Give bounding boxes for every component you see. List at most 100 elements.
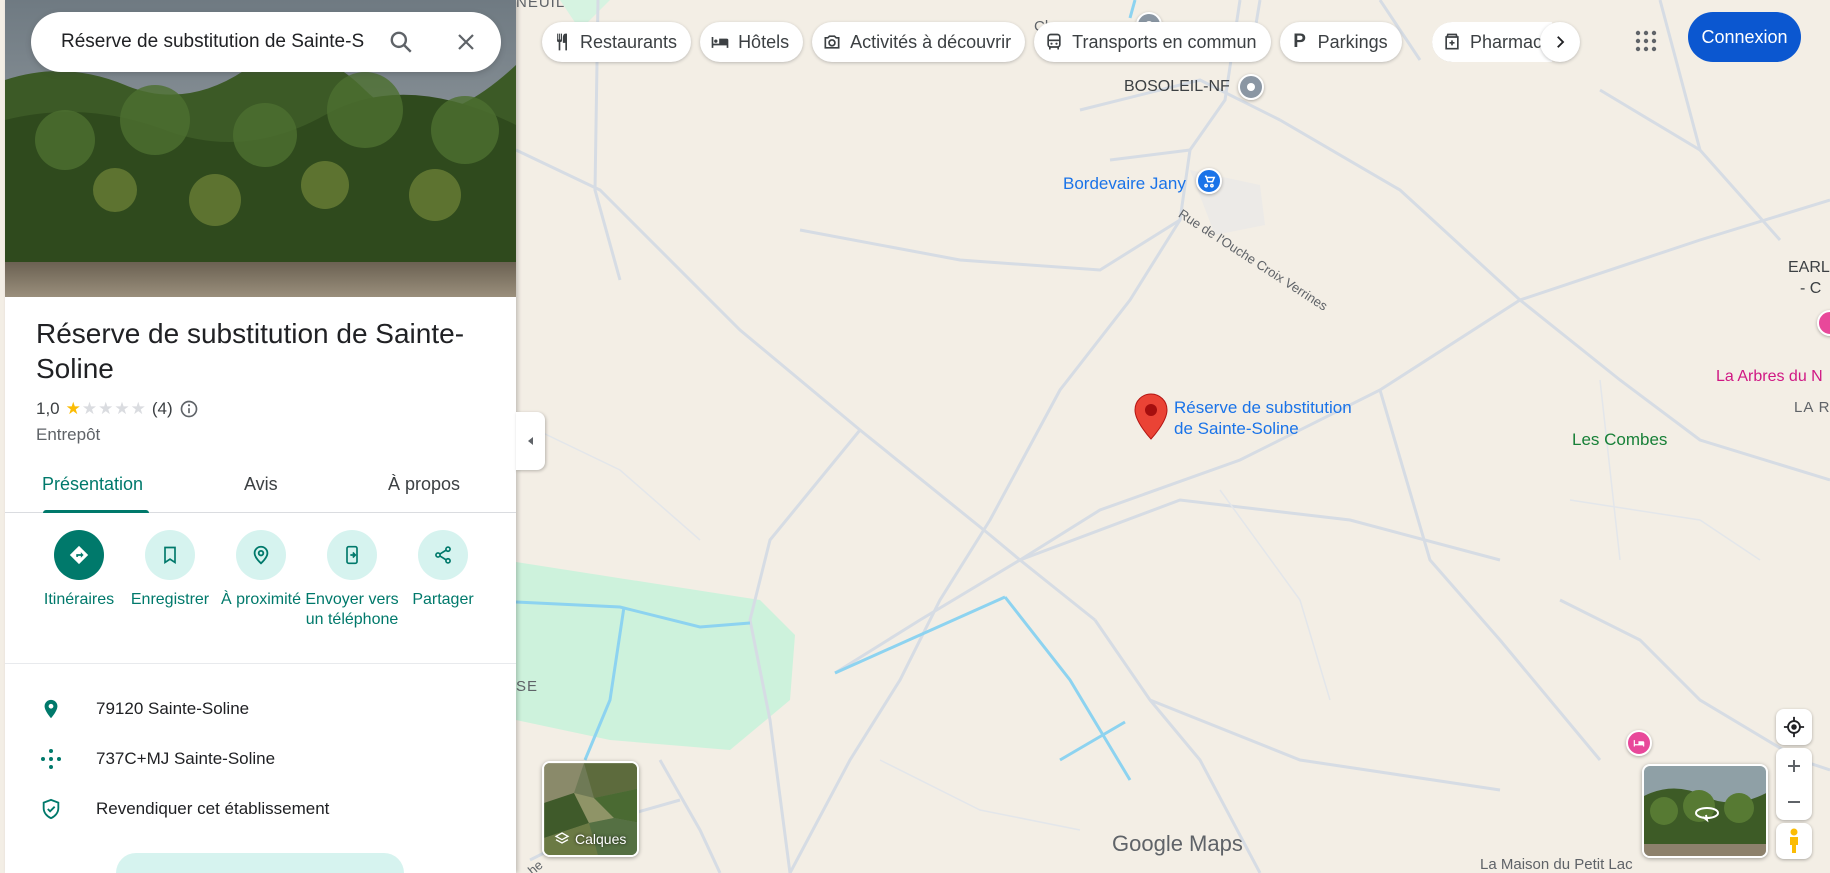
action-label: Enregistrer bbox=[130, 591, 210, 608]
share-icon bbox=[418, 530, 468, 580]
chip-label: Pharmac bbox=[1470, 31, 1543, 52]
caret-left-icon bbox=[527, 437, 533, 445]
apps-grid-icon bbox=[1635, 30, 1657, 52]
chip-label: Hôtels bbox=[738, 31, 790, 52]
pegman-icon bbox=[1790, 828, 1798, 853]
active-tab-indicator bbox=[43, 510, 149, 513]
chip-restaurants[interactable]: Restaurants bbox=[542, 22, 692, 62]
parking-icon: P bbox=[1293, 31, 1306, 52]
chip-hotels[interactable]: Hôtels bbox=[700, 22, 804, 62]
phone-icon bbox=[327, 530, 377, 580]
send-to-phone-button[interactable]: Envoyer vers un téléphone bbox=[304, 528, 400, 630]
chip-label: Parkings bbox=[1317, 31, 1388, 52]
search-icon[interactable] bbox=[388, 29, 414, 55]
info-icon[interactable] bbox=[179, 399, 199, 419]
hotel-pin-icon[interactable] bbox=[1626, 730, 1652, 756]
claim-business-row[interactable]: Revendiquer cet établissement bbox=[5, 789, 516, 829]
share-button[interactable]: Partager bbox=[395, 528, 491, 610]
plus-code-icon bbox=[38, 746, 64, 772]
place-category[interactable]: Entrepôt bbox=[36, 425, 100, 445]
review-count[interactable]: (4) bbox=[152, 399, 173, 419]
action-label: À proximité bbox=[220, 591, 302, 608]
google-apps-button[interactable] bbox=[1628, 23, 1664, 59]
plus-icon bbox=[1788, 760, 1800, 772]
map-label-petit-lac[interactable]: La Maison du Petit Lac bbox=[1480, 856, 1633, 873]
location-pin-icon bbox=[38, 696, 64, 722]
marker-label-line1[interactable]: Réserve de substitution bbox=[1174, 397, 1352, 418]
map-label-bordevaire[interactable]: Bordevaire Jany bbox=[1063, 173, 1186, 194]
pharmacy-icon bbox=[1442, 32, 1462, 52]
zoom-controls bbox=[1776, 748, 1812, 820]
map-label-earl-line2[interactable]: - C bbox=[1800, 280, 1821, 298]
bookmark-icon bbox=[145, 530, 195, 580]
signin-button[interactable]: Connexion bbox=[1688, 12, 1801, 62]
layers-label: Calques bbox=[554, 831, 626, 847]
tab-avis[interactable]: Avis bbox=[244, 474, 278, 495]
rating-value: 1,0 bbox=[36, 399, 60, 418]
chip-pharmacies-clip: Pharmac bbox=[1432, 22, 1552, 62]
address-text: 79120 Sainte-Soline bbox=[96, 699, 250, 718]
bed-icon bbox=[710, 32, 730, 52]
place-panel: Réserve de substitution de Sainte-Soline… bbox=[5, 0, 516, 873]
star-icon: ★ bbox=[65, 399, 81, 418]
minus-icon bbox=[1788, 801, 1800, 803]
chip-activites[interactable]: Activités à découvrir bbox=[812, 22, 1026, 62]
street-view-thumbnail[interactable] bbox=[1642, 764, 1768, 858]
divider bbox=[5, 663, 516, 664]
rating-stars: ★ ★ ★ ★ ★ bbox=[66, 399, 146, 419]
save-button[interactable]: Enregistrer bbox=[122, 528, 218, 610]
chevron-right-icon bbox=[1557, 36, 1565, 48]
pegman-button[interactable] bbox=[1776, 823, 1812, 859]
nearby-button[interactable]: À proximité bbox=[213, 528, 309, 610]
camera-icon bbox=[822, 32, 842, 52]
selected-place-marker-icon[interactable] bbox=[1133, 393, 1169, 441]
chips-next-button[interactable] bbox=[1540, 22, 1580, 62]
action-label: Partager bbox=[412, 591, 474, 608]
crosshair-icon bbox=[1783, 716, 1805, 738]
star-icon: ★ bbox=[98, 399, 114, 418]
layers-icon bbox=[554, 832, 570, 844]
map-label-arbres[interactable]: La Arbres du N bbox=[1716, 368, 1823, 386]
layers-button[interactable]: Calques bbox=[542, 761, 639, 857]
marker-label-line2[interactable]: de Sainte-Soline bbox=[1174, 418, 1299, 439]
map-label-les-combes[interactable]: Les Combes bbox=[1572, 430, 1667, 450]
map-label-bosoleil[interactable]: BOSOLEIL-NF bbox=[1124, 78, 1230, 96]
star-icon: ★ bbox=[130, 399, 146, 418]
map-label-earl[interactable]: EARL bbox=[1788, 259, 1830, 277]
search-input[interactable] bbox=[61, 31, 371, 53]
chip-pharmacies[interactable]: Pharmac bbox=[1432, 22, 1552, 62]
chip-label: Transports en commun bbox=[1072, 31, 1257, 52]
rating-row: 1,0 ★ ★ ★ ★ ★ (4) bbox=[36, 399, 199, 419]
plus-code-row[interactable]: 737C+MJ Sainte-Soline bbox=[5, 739, 516, 779]
close-icon[interactable] bbox=[454, 30, 478, 54]
search-bar bbox=[31, 12, 501, 72]
suggest-edit-button[interactable] bbox=[116, 853, 404, 873]
address-row[interactable]: 79120 Sainte-Soline bbox=[5, 689, 516, 729]
tab-a-propos[interactable]: À propos bbox=[388, 474, 460, 495]
zoom-in-button[interactable] bbox=[1776, 748, 1812, 784]
map-label-la-r: LA R bbox=[1794, 399, 1830, 416]
plus-code-text: 737C+MJ Sainte-Soline bbox=[96, 749, 276, 768]
tab-presentation[interactable]: Présentation bbox=[42, 474, 143, 495]
poi-pin-icon[interactable] bbox=[1238, 74, 1264, 100]
rotate-360-icon bbox=[1695, 807, 1719, 823]
my-location-button[interactable] bbox=[1776, 709, 1812, 745]
collapse-panel-button[interactable] bbox=[516, 412, 545, 470]
shopping-cart-pin-icon[interactable] bbox=[1196, 168, 1222, 194]
map-label-se: SE bbox=[516, 678, 539, 695]
star-icon: ★ bbox=[81, 399, 98, 418]
chip-label: Restaurants bbox=[580, 31, 678, 52]
chip-parkings[interactable]: P Parkings bbox=[1279, 22, 1402, 62]
map-label-neuil: NEUIL bbox=[516, 0, 566, 11]
zoom-out-button[interactable] bbox=[1776, 784, 1812, 820]
chip-transports[interactable]: Transports en commun bbox=[1034, 22, 1271, 62]
claim-business-text: Revendiquer cet établissement bbox=[96, 799, 330, 818]
fork-knife-icon bbox=[552, 32, 572, 52]
place-actions: Itinéraires Enregistrer À proximité Envo… bbox=[5, 528, 516, 663]
google-maps-logo: Google Maps bbox=[1112, 831, 1243, 856]
directions-button[interactable]: Itinéraires bbox=[31, 528, 127, 610]
directions-icon bbox=[54, 530, 104, 580]
place-title: Réserve de substitution de Sainte-Soline bbox=[36, 318, 465, 384]
chip-label: Activités à découvrir bbox=[850, 31, 1012, 52]
shield-check-icon bbox=[38, 796, 64, 822]
